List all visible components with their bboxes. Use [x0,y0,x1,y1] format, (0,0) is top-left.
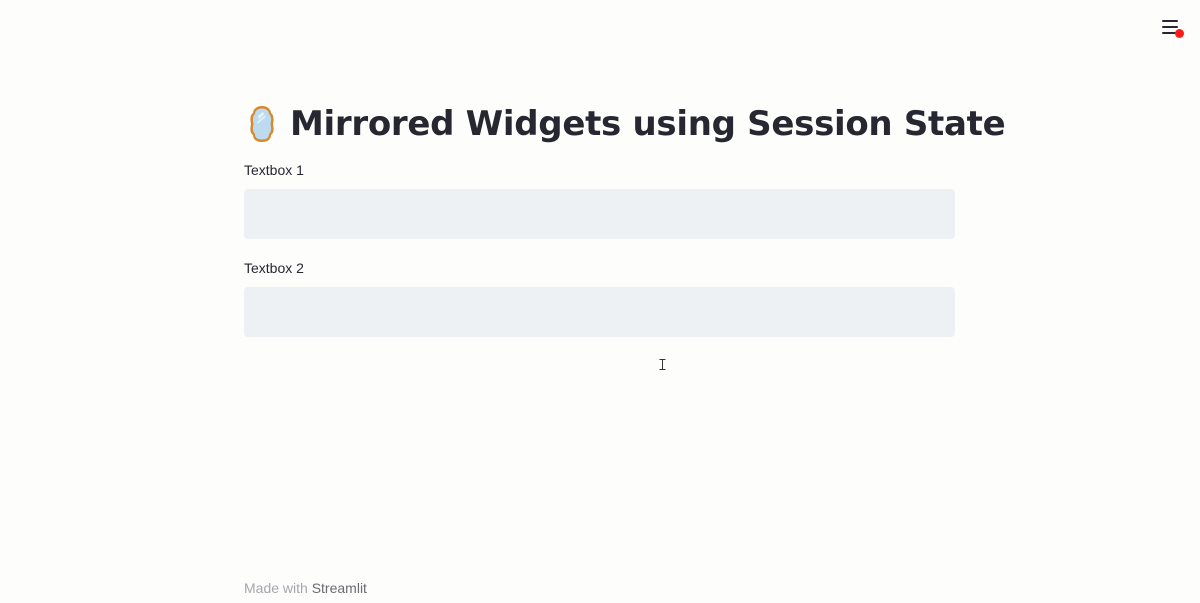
notification-dot [1175,29,1184,38]
hamburger-menu-icon-bar [1162,32,1176,34]
page-title: Mirrored Widgets using Session State [290,104,1006,144]
hamburger-menu-icon [1162,20,1178,22]
app-page: Mirrored Widgets using Session State Tex… [0,0,1200,603]
main-menu-button[interactable] [1158,14,1188,42]
page-title-row: Mirrored Widgets using Session State [248,100,1006,148]
footer-prefix: Made with [244,580,308,596]
textbox-2-input[interactable] [244,287,955,337]
footer: Made with Streamlit [244,580,367,596]
mirror-icon [250,106,274,142]
textbox-2-label: Textbox 2 [244,260,304,276]
streamlit-link[interactable]: Streamlit [312,580,367,596]
textbox-1-label: Textbox 1 [244,162,304,178]
textbox-1-input[interactable] [244,189,955,239]
text-cursor-icon [659,359,666,370]
hamburger-menu-icon-bar [1162,26,1178,28]
